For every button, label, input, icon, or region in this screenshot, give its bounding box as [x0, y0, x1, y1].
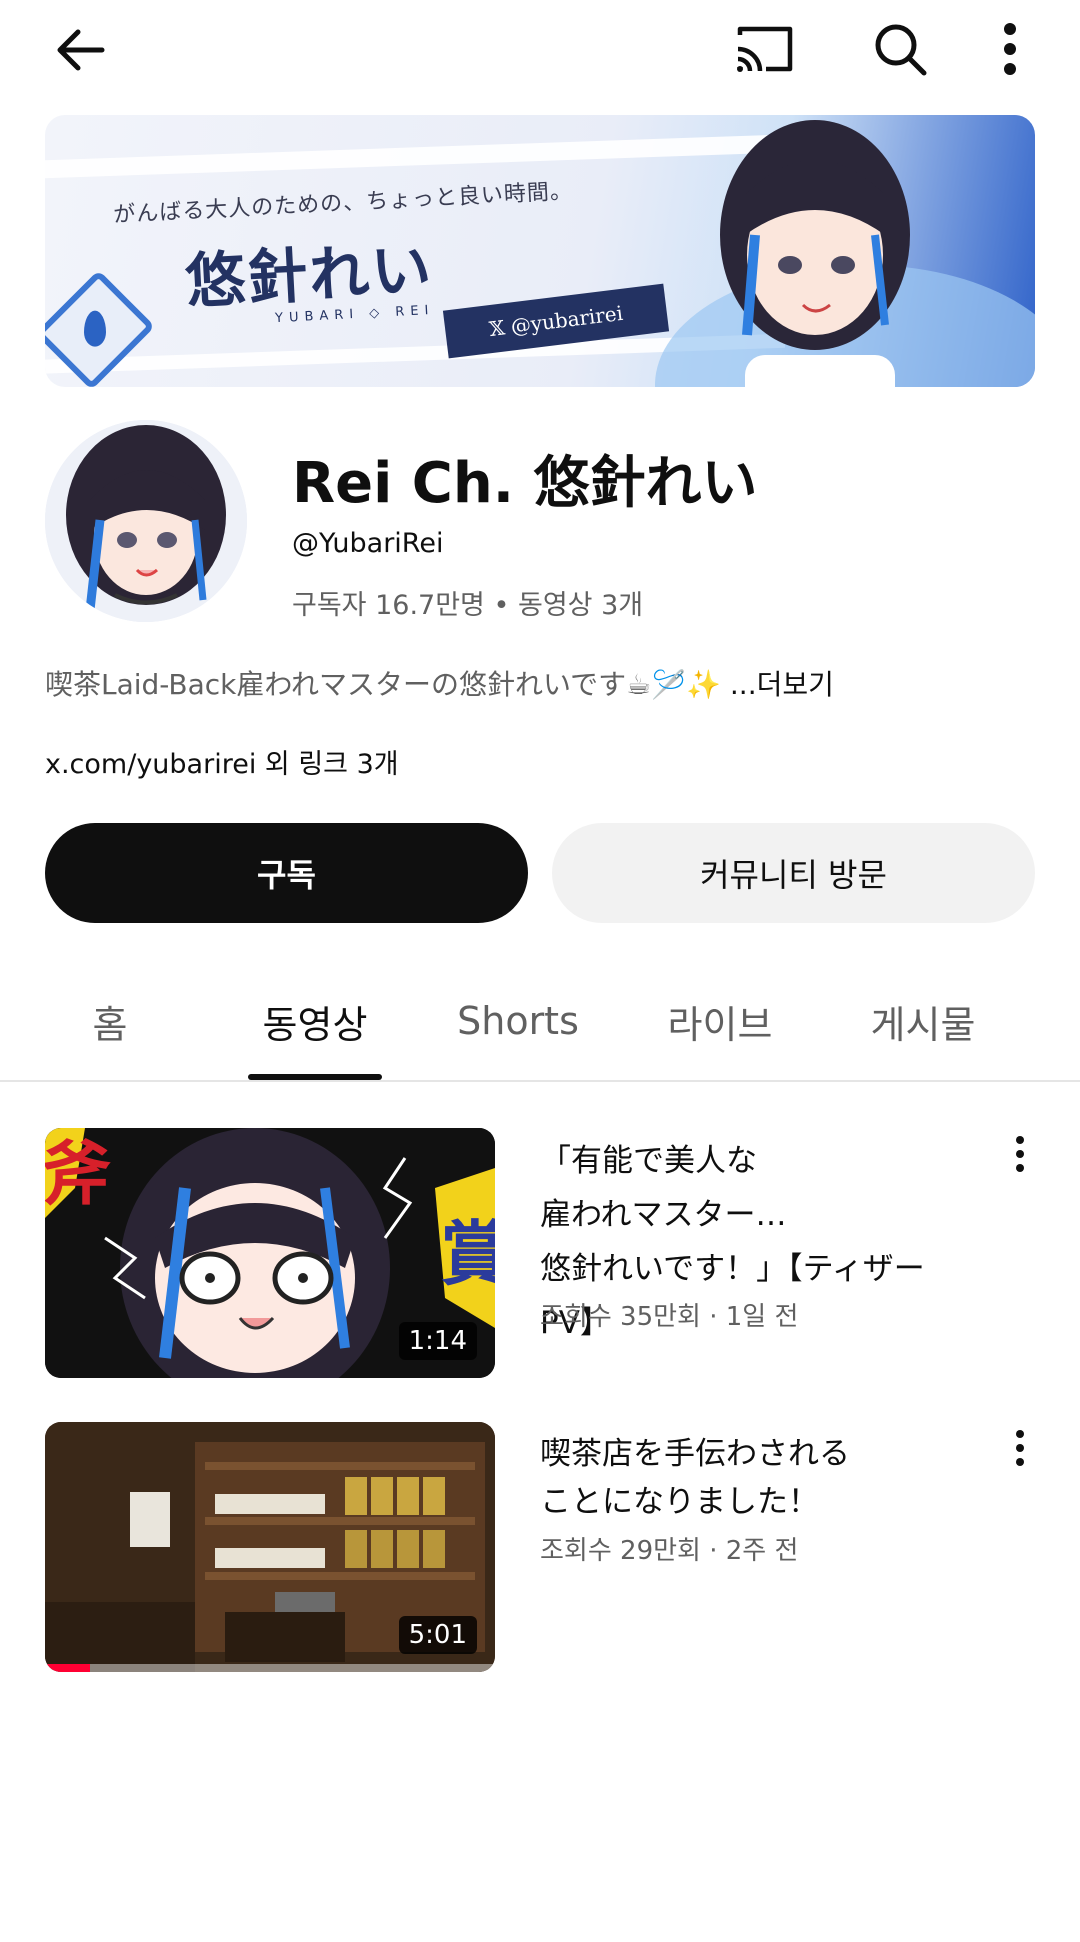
search-button[interactable] [860, 14, 940, 84]
tab-shorts[interactable]: Shorts [438, 960, 598, 1082]
search-icon [875, 24, 927, 76]
channel-tabs: 홈 동영상 Shorts 라이브 게시물 [0, 960, 1080, 1082]
video-meta: 조회수 29만회 · 2주 전 [540, 1536, 799, 1566]
video-duration: 5:01 [398, 1616, 477, 1654]
tab-posts[interactable]: 게시물 [843, 960, 1003, 1082]
subscribe-button[interactable]: 구독 [45, 823, 528, 923]
video-thumbnail[interactable]: 斧 賞 1:14 [45, 1128, 495, 1378]
visit-community-button[interactable]: 커뮤니티 방문 [552, 823, 1035, 923]
more-options-button[interactable] [985, 14, 1035, 84]
channel-handle: @YubariRei [292, 528, 444, 559]
video-meta: 조회수 35만회 · 1일 전 [540, 1302, 799, 1332]
description-text: 喫茶Laid-Back雇われマスターの悠針れいです☕🪡✨ [45, 668, 730, 701]
banner-tagline: がんばる大人のための、ちょっと良い時間。 [112, 178, 574, 229]
more-vert-icon [1016, 1136, 1024, 1172]
back-button[interactable] [40, 18, 120, 82]
channel-banner: がんばる大人のための、ちょっと良い時間。 悠針れい YUBARI ◇ REI 𝕏… [45, 115, 1035, 387]
channel-links[interactable]: x.com/yubarirei 외 링크 3개 [45, 742, 399, 781]
video-title[interactable]: 喫茶店を手伝わされる ことになりました！ [540, 1430, 980, 1526]
cast-icon [737, 26, 793, 72]
video-thumbnail[interactable]: 5:01 [45, 1422, 495, 1672]
video-title-line: ことになりました！ [540, 1484, 819, 1520]
top-app-bar [0, 0, 1080, 100]
video-duration: 1:14 [398, 1322, 477, 1360]
video-more-button[interactable] [1005, 1430, 1035, 1480]
channel-stats: 구독자 16.7만명 • 동영상 3개 [292, 590, 644, 621]
tab-live[interactable]: 라이브 [640, 960, 800, 1082]
video-title-line: 「有能で美人な [540, 1143, 757, 1179]
watch-progress-fill [45, 1664, 90, 1672]
tab-videos[interactable]: 동영상 [235, 960, 395, 1082]
avatar-illustration [45, 420, 247, 622]
tab-home[interactable]: 홈 [30, 960, 190, 1082]
banner-character-illustration [720, 120, 910, 387]
video-more-button[interactable] [1005, 1136, 1035, 1186]
arrow-left-icon [57, 29, 105, 71]
svg-text:賞: 賞 [440, 1213, 495, 1295]
more-vert-icon [1004, 23, 1016, 75]
active-tab-indicator [248, 1074, 382, 1080]
video-item[interactable]: 斧 賞 1:14 「有能で美人な 雇われマスター… 悠針れいです！」【ティザーP… [45, 1128, 1035, 1378]
channel-actions: 구독 커뮤니티 방문 [45, 823, 1035, 923]
watch-progress-bar [45, 1664, 495, 1672]
svg-text:斧: 斧 [45, 1133, 111, 1215]
channel-name: Rei Ch. 悠針れい [292, 451, 758, 516]
cast-button[interactable] [725, 14, 805, 84]
channel-avatar[interactable] [45, 420, 247, 622]
channel-description[interactable]: 喫茶Laid-Back雇われマスターの悠針れいです☕🪡✨ ...더보기 [45, 663, 834, 703]
more-vert-icon [1016, 1430, 1024, 1466]
video-title-line: 雇われマスター… [540, 1197, 787, 1233]
video-item[interactable]: 5:01 喫茶店を手伝わされる ことになりました！ 조회수 29만회 · 2주 … [45, 1422, 1035, 1672]
description-more-link[interactable]: ...더보기 [730, 668, 834, 701]
video-title-line: 喫茶店を手伝わされる [540, 1436, 850, 1472]
